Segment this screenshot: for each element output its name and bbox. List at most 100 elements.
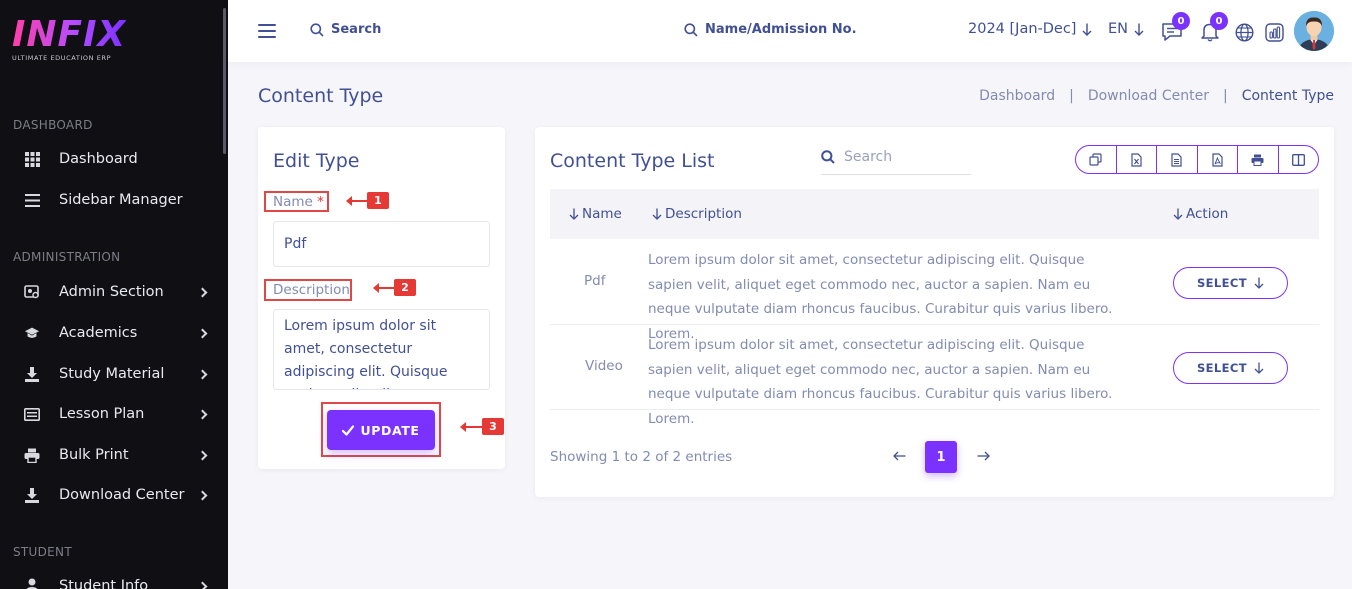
copy-button[interactable] (1076, 146, 1117, 173)
annotation-arrow-1 (346, 196, 367, 206)
sidebar-item-admin-section[interactable]: Admin Section (0, 277, 228, 307)
student-search-label: Name/Admission No. (705, 22, 857, 37)
sidebar-item-academics[interactable]: Academics (0, 318, 228, 348)
sidebar-item-bulk-print[interactable]: Bulk Print (0, 440, 228, 470)
select-action-button[interactable]: SELECT (1173, 267, 1288, 299)
avatar[interactable] (1294, 11, 1334, 51)
menu-toggle-button[interactable] (258, 24, 276, 38)
pdf-button[interactable] (1198, 146, 1238, 173)
previous-page-button[interactable] (891, 448, 907, 464)
language-select[interactable]: EN (1108, 21, 1144, 37)
chart-icon (1264, 22, 1284, 42)
export-button-group (1075, 145, 1319, 174)
sidebar-item-label: Academics (59, 325, 138, 341)
sidebar-item-label: Dashboard (59, 151, 138, 167)
reports-button[interactable] (1262, 20, 1286, 44)
website-button[interactable] (1232, 20, 1256, 44)
sort-arrow-icon (1173, 208, 1183, 220)
column-header-action[interactable]: Action (1173, 206, 1228, 222)
top-header: Search Name/Admission No. 2024 [Jan-Dec]… (228, 0, 1352, 62)
breadcrumb-download-center[interactable]: Download Center (1088, 88, 1209, 104)
search-icon (310, 22, 324, 37)
sidebar-item-sidebar-manager[interactable]: Sidebar Manager (0, 185, 228, 215)
search-icon (684, 22, 698, 37)
edit-type-title: Edit Type (273, 150, 360, 172)
column-header-name[interactable]: Name (569, 206, 622, 222)
student-search[interactable]: Name/Admission No. (684, 22, 857, 37)
annotation-arrow-3 (460, 422, 482, 432)
sidebar-item-dashboard[interactable]: Dashboard (0, 144, 228, 174)
annotation-number-3: 3 (482, 418, 504, 435)
table-row: Pdf Lorem ipsum dolor sit amet, consecte… (550, 240, 1319, 342)
breadcrumb-separator: | (1069, 88, 1074, 104)
arrow-down-icon (1254, 277, 1264, 289)
academic-year-select[interactable]: 2024 [Jan-Dec] (968, 21, 1092, 37)
section-label-administration: ADMINISTRATION (13, 250, 121, 264)
chevron-right-icon (197, 450, 208, 460)
academic-year-value: 2024 [Jan-Dec] (968, 21, 1077, 37)
name-input[interactable]: Pdf (273, 221, 490, 267)
section-label-dashboard: DASHBOARD (13, 118, 93, 132)
messages-button[interactable]: 0 (1160, 12, 1190, 44)
column-header-label: Description (665, 206, 742, 222)
column-header-description[interactable]: Description (652, 206, 742, 222)
logo[interactable]: INFIX ULTIMATE EDUCATION ERP (12, 14, 127, 63)
annotation-box-1 (264, 191, 329, 212)
chevron-right-icon (197, 581, 208, 589)
arrow-left-icon (892, 451, 905, 461)
arrow-down-icon (1082, 23, 1092, 36)
sidebar-item-student-info[interactable]: Student Info (0, 571, 228, 589)
select-action-button[interactable]: SELECT (1173, 352, 1288, 384)
excel-icon (1131, 152, 1142, 167)
chevron-right-icon (197, 490, 208, 500)
sidebar-item-download-center[interactable]: Download Center (0, 480, 228, 510)
download-tray-icon (24, 487, 40, 503)
page-button-current[interactable]: 1 (925, 441, 957, 473)
columns-icon (1291, 153, 1305, 166)
chevron-right-icon (197, 369, 208, 379)
breadcrumb-dashboard[interactable]: Dashboard (979, 88, 1055, 104)
sidebar-item-lesson-plan[interactable]: Lesson Plan (0, 399, 228, 429)
logo-subtitle: ULTIMATE EDUCATION ERP (12, 54, 112, 62)
row-name: Video (585, 358, 623, 374)
download-tray-icon (24, 366, 40, 382)
user-icon (24, 578, 40, 589)
logo-text: INFIX (12, 14, 127, 55)
excel-button[interactable] (1117, 146, 1157, 173)
update-button[interactable]: UPDATE (327, 410, 435, 450)
table-search-placeholder: Search (844, 149, 893, 165)
section-label-student: STUDENT (13, 545, 72, 559)
menu-search[interactable]: Search (310, 22, 381, 37)
annotation-arrow-2 (373, 283, 394, 293)
sidebar-item-study-material[interactable]: Study Material (0, 359, 228, 389)
page-title: Content Type (258, 85, 384, 107)
csv-button[interactable] (1157, 146, 1198, 173)
description-textarea[interactable]: Lorem ipsum dolor sit amet, consectetur … (273, 309, 490, 390)
column-visibility-button[interactable] (1279, 146, 1319, 173)
search-icon (821, 150, 835, 164)
notifications-button[interactable]: 0 (1198, 12, 1228, 44)
menu-lines-icon (24, 192, 40, 208)
notifications-badge: 0 (1210, 12, 1228, 30)
arrow-down-icon (1134, 23, 1144, 36)
printer-icon (24, 447, 40, 463)
annotation-number-1: 1 (367, 192, 389, 209)
print-icon (1251, 154, 1264, 166)
copy-icon (1089, 153, 1102, 166)
breadcrumb-separator: | (1222, 88, 1228, 104)
sidebar-item-label: Lesson Plan (59, 406, 145, 422)
table-row: Video Lorem ipsum dolor sit amet, consec… (550, 325, 1319, 427)
chevron-right-icon (197, 409, 208, 419)
row-description: Lorem ipsum dolor sit amet, consectetur … (648, 337, 1113, 427)
print-button[interactable] (1238, 146, 1279, 173)
sidebar-scrollbar[interactable] (223, 8, 226, 154)
sort-arrow-icon (652, 208, 662, 220)
column-header-label: Action (1186, 206, 1229, 222)
table-header: Name Description Action (550, 189, 1319, 239)
list-board-icon (24, 406, 40, 422)
sidebar-item-label: Bulk Print (59, 447, 129, 463)
table-search-input[interactable]: Search (821, 140, 971, 175)
next-page-button[interactable] (975, 448, 991, 464)
update-button-label: UPDATE (360, 422, 420, 438)
admin-icon (24, 284, 40, 300)
